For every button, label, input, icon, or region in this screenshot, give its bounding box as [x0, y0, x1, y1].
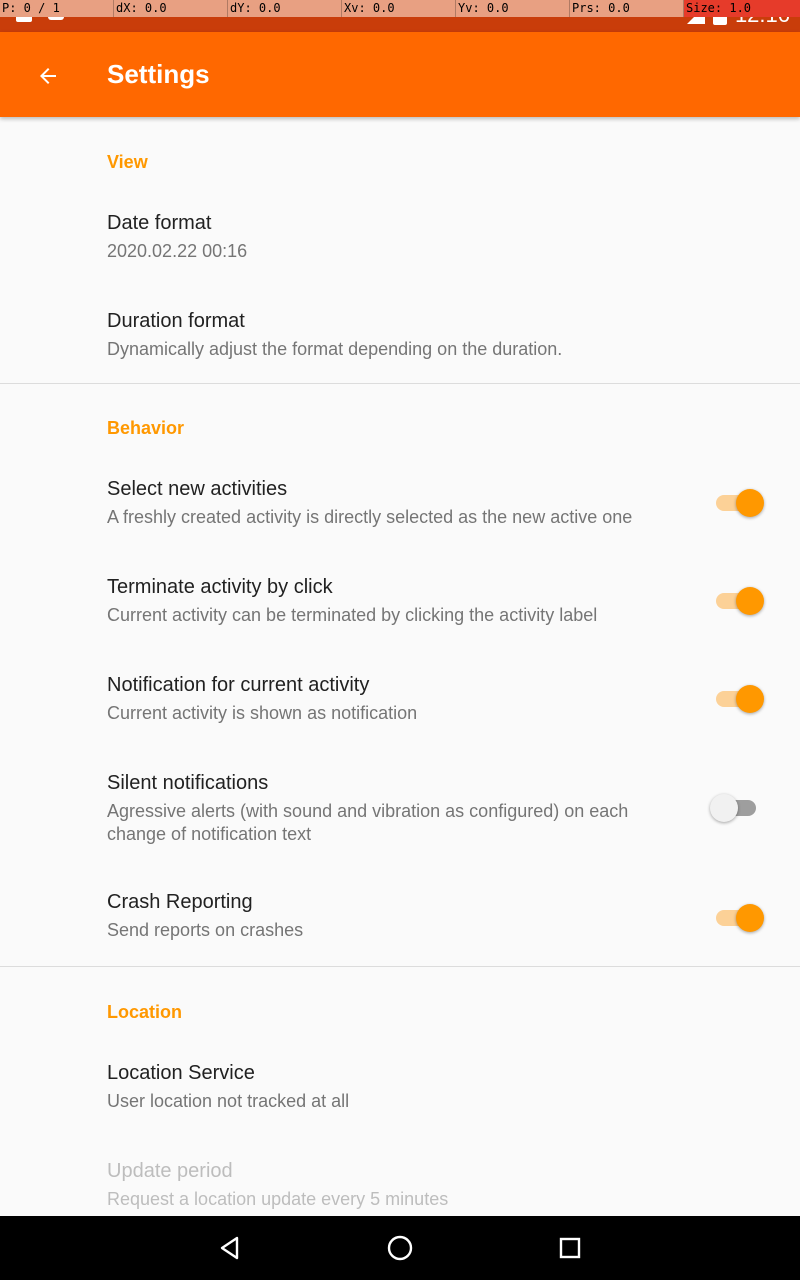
pref-terminate-by-click[interactable]: Terminate activity by click Current acti… — [0, 556, 800, 654]
category-behavior: Behavior — [107, 418, 185, 438]
debug-xv: Xv: 0.0 — [342, 0, 456, 17]
recents-square-icon — [559, 1237, 581, 1259]
nav-home-button[interactable] — [380, 1228, 420, 1268]
pref-title: Update period — [107, 1160, 233, 1182]
pref-title: Select new activities — [107, 478, 288, 500]
back-triangle-icon — [220, 1236, 239, 1260]
pref-summary: Current activity can be terminated by cl… — [107, 605, 598, 625]
debug-pointer: P: 0 / 1 — [0, 0, 114, 17]
arrow-back-icon — [40, 68, 56, 84]
category-view: View — [107, 152, 148, 172]
terminate-by-click-switch[interactable] — [710, 583, 766, 617]
pref-title: Notification for current activity — [107, 674, 370, 696]
pref-summary: A freshly created activity is directly s… — [107, 507, 633, 527]
pref-title: Date format — [107, 212, 212, 234]
pref-summary: Current activity is shown as notificatio… — [107, 703, 418, 723]
app-toolbar: Settings — [0, 32, 800, 117]
status-bar: 12:16 P: 0 / 1 dX: 0.0 dY: 0.0 Xv: 0.0 Y… — [0, 0, 800, 32]
pref-summary: Agressive alerts (with sound and vibrati… — [107, 801, 629, 844]
pref-summary: User location not tracked at all — [107, 1091, 350, 1111]
pref-summary: 2020.02.22 00:16 — [107, 241, 248, 261]
nav-back-button[interactable] — [210, 1228, 250, 1268]
pref-title: Terminate activity by click — [107, 576, 333, 598]
pref-silent-notifications[interactable]: Silent notifications Agressive alerts (w… — [0, 752, 800, 871]
pref-title: Location Service — [107, 1062, 255, 1084]
pref-summary: Request a location update every 5 minute… — [107, 1189, 449, 1209]
select-new-activities-switch[interactable] — [710, 485, 766, 519]
screen: 12:16 P: 0 / 1 dX: 0.0 dY: 0.0 Xv: 0.0 Y… — [0, 0, 800, 1280]
pref-summary: Dynamically adjust the format depending … — [107, 339, 563, 359]
debug-dx: dX: 0.0 — [114, 0, 228, 17]
section-divider — [0, 383, 800, 384]
settings-list[interactable]: View Date format 2020.02.22 00:16 Durati… — [0, 117, 800, 1216]
pref-crash-reporting[interactable]: Crash Reporting Send reports on crashes — [0, 871, 800, 966]
debug-size: Size: 1.0 — [684, 0, 800, 17]
debug-prs: Prs: 0.0 — [570, 0, 684, 17]
notification-switch[interactable] — [710, 681, 766, 715]
debug-yv: Yv: 0.0 — [456, 0, 570, 17]
pref-update-period: Update period Request a location update … — [0, 1140, 800, 1216]
pref-title: Duration format — [107, 310, 245, 332]
pref-notification-current-activity[interactable]: Notification for current activity Curren… — [0, 654, 800, 752]
pref-location-service[interactable]: Location Service User location not track… — [0, 1042, 800, 1140]
pref-summary: Send reports on crashes — [107, 920, 304, 940]
section-divider — [0, 966, 800, 967]
back-button[interactable] — [22, 50, 74, 102]
pref-duration-format[interactable]: Duration format Dynamically adjust the f… — [0, 290, 800, 383]
page-title: Settings — [107, 59, 210, 89]
debug-dy: dY: 0.0 — [228, 0, 342, 17]
silent-notifications-switch[interactable] — [710, 790, 766, 824]
pref-date-format[interactable]: Date format 2020.02.22 00:16 — [0, 192, 800, 290]
system-nav-bar — [0, 1216, 800, 1280]
pref-title: Silent notifications — [107, 772, 269, 794]
home-circle-icon — [387, 1235, 413, 1261]
pref-title: Crash Reporting — [107, 891, 253, 913]
nav-recents-button[interactable] — [550, 1228, 590, 1268]
pref-select-new-activities[interactable]: Select new activities A freshly created … — [0, 458, 800, 556]
category-location: Location — [107, 1002, 182, 1022]
pointer-debug-overlay: P: 0 / 1 dX: 0.0 dY: 0.0 Xv: 0.0 Yv: 0.0… — [0, 0, 800, 17]
crash-reporting-switch[interactable] — [710, 900, 766, 934]
